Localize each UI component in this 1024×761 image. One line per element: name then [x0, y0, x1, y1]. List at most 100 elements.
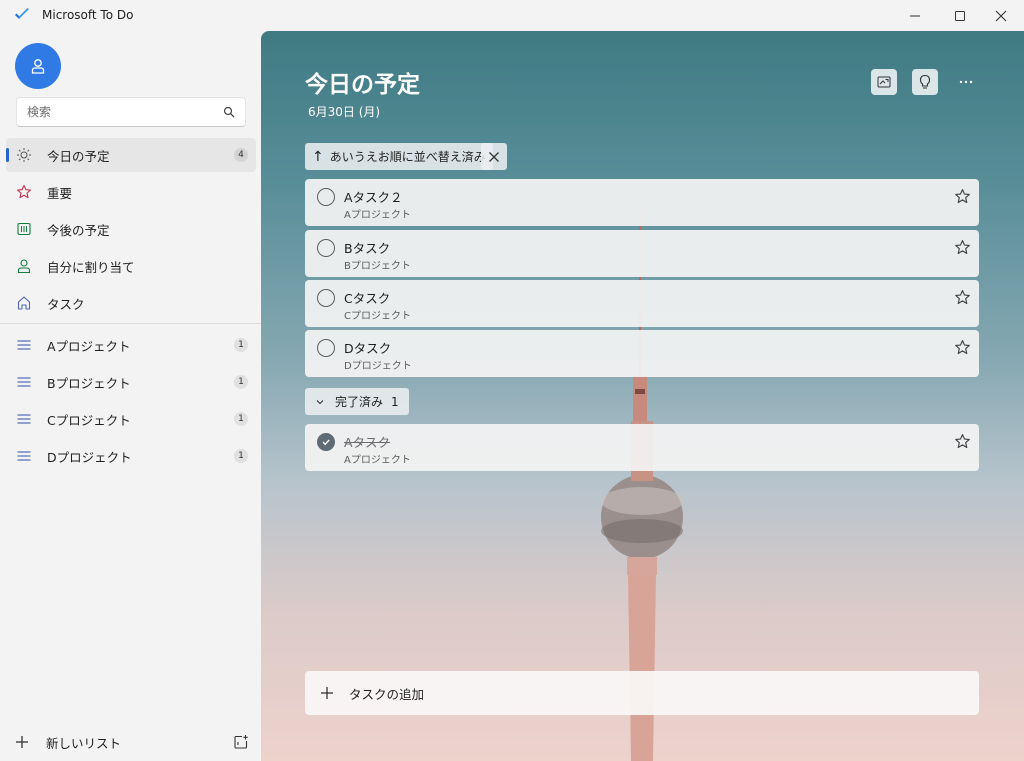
plus-icon — [16, 736, 28, 748]
list-item-d-project[interactable]: Dプロジェクト 1 — [6, 439, 256, 473]
star-icon[interactable] — [954, 339, 971, 356]
task-item[interactable]: Dタスク Dプロジェクト — [305, 330, 979, 377]
task-list-name: Aプロジェクト — [344, 210, 411, 221]
picture-icon — [877, 76, 891, 88]
title-bar: Microsoft To Do — [0, 0, 1024, 31]
avatar[interactable] — [15, 43, 61, 89]
task-title: Aタスク２ — [344, 190, 403, 205]
search-icon[interactable] — [223, 106, 235, 118]
completed-toggle[interactable]: 完了済み 1 — [305, 388, 409, 415]
nav-item-label: 今後の予定 — [47, 222, 110, 238]
add-task-label: タスクの追加 — [349, 686, 425, 702]
app-logo-icon — [15, 8, 29, 19]
star-icon[interactable] — [954, 433, 971, 450]
chevron-down-icon — [316, 399, 324, 404]
nav-item-label: タスク — [47, 296, 85, 312]
new-list-label: 新しいリスト — [46, 735, 122, 751]
suggestions-button[interactable] — [912, 69, 938, 95]
background-button[interactable] — [871, 69, 897, 95]
star-icon[interactable] — [954, 239, 971, 256]
page-title: 今日の予定 — [305, 72, 420, 98]
add-task-input[interactable]: タスクの追加 — [305, 671, 979, 715]
person-icon — [31, 59, 45, 74]
new-list-button[interactable]: 新しいリスト — [14, 730, 249, 754]
completed-count: 1 — [391, 394, 399, 409]
checkmark-icon — [322, 439, 330, 446]
nav-item-label: 今日の予定 — [47, 148, 110, 164]
nav-item-planned[interactable]: 今後の予定 — [6, 212, 256, 246]
person-icon — [16, 258, 32, 274]
arrow-up-icon: ↑ — [312, 148, 324, 165]
sort-label: あいうえお順に並べ替え済み — [329, 150, 486, 164]
task-title: Aタスク — [344, 435, 391, 450]
list-label: Bプロジェクト — [47, 375, 131, 391]
home-icon — [16, 295, 32, 311]
nav-item-today[interactable]: 今日の予定 4 — [6, 138, 256, 172]
search-input[interactable] — [27, 105, 223, 119]
sort-indicator-button[interactable]: ↑ あいうえお順に並べ替え済み — [305, 143, 493, 170]
list-item-b-project[interactable]: Bプロジェクト 1 — [6, 365, 256, 399]
list-item-c-project[interactable]: Cプロジェクト 1 — [6, 402, 256, 436]
list-icon — [16, 448, 32, 464]
list-label: Cプロジェクト — [47, 412, 131, 428]
task-title: Bタスク — [344, 241, 391, 256]
complete-checkbox[interactable] — [317, 239, 335, 257]
list-label: Dプロジェクト — [47, 449, 132, 465]
task-title: Cタスク — [344, 291, 391, 306]
task-list-name: Dプロジェクト — [344, 361, 412, 372]
main-panel: 今日の予定 6月30日 (月) ↑ あいうえお順に並べ替え済み Aタスク２ Aプ… — [261, 31, 1024, 761]
star-icon — [16, 184, 32, 200]
close-button[interactable] — [978, 0, 1024, 31]
list-icon — [16, 337, 32, 353]
complete-checkbox[interactable] — [317, 339, 335, 357]
maximize-icon — [955, 10, 965, 21]
list-icon — [16, 411, 32, 427]
completed-checkbox[interactable] — [317, 433, 335, 451]
list-icon — [16, 374, 32, 390]
sidebar: 今日の予定 4 重要 今後の予定 自分に割り当て タスク — [0, 31, 261, 761]
plus-icon — [321, 687, 333, 699]
close-icon — [995, 10, 1007, 21]
page-date: 6月30日 (月) — [308, 105, 381, 119]
task-title: Dタスク — [344, 341, 392, 356]
task-list-name: Aプロジェクト — [344, 455, 411, 466]
count-badge: 1 — [234, 338, 248, 352]
nav-item-tasks[interactable]: タスク — [6, 286, 256, 320]
custom-lists: Aプロジェクト 1 Bプロジェクト 1 Cプロジェクト 1 Dプロジェクト 1 — [6, 328, 256, 476]
close-icon — [489, 151, 499, 162]
complete-checkbox[interactable] — [317, 188, 335, 206]
window-title: Microsoft To Do — [42, 8, 134, 22]
count-badge: 1 — [234, 449, 248, 463]
minimize-button[interactable] — [892, 0, 938, 31]
lightbulb-icon — [919, 74, 931, 89]
minimize-icon — [910, 15, 920, 16]
list-item-a-project[interactable]: Aプロジェクト 1 — [6, 328, 256, 362]
list-label: Aプロジェクト — [47, 338, 131, 354]
task-list-name: Bプロジェクト — [344, 261, 411, 272]
completed-task-item[interactable]: Aタスク Aプロジェクト — [305, 424, 979, 471]
more-icon — [959, 80, 973, 84]
maximize-button[interactable] — [937, 0, 983, 31]
task-item[interactable]: Cタスク Cプロジェクト — [305, 280, 979, 327]
task-item[interactable]: Bタスク Bプロジェクト — [305, 230, 979, 277]
task-list-name: Cプロジェクト — [344, 311, 411, 322]
new-group-icon[interactable] — [233, 734, 249, 750]
sidebar-divider — [0, 323, 261, 324]
sun-icon — [16, 147, 32, 163]
calendar-icon — [16, 221, 32, 237]
completed-label: 完了済み — [335, 395, 384, 409]
search-box[interactable] — [16, 97, 246, 127]
complete-checkbox[interactable] — [317, 289, 335, 307]
star-icon[interactable] — [954, 289, 971, 306]
nav-item-label: 自分に割り当て — [47, 259, 135, 275]
nav-item-label: 重要 — [47, 185, 73, 201]
nav-item-important[interactable]: 重要 — [6, 175, 256, 209]
count-badge: 1 — [234, 375, 248, 389]
star-icon[interactable] — [954, 188, 971, 205]
nav-item-assigned[interactable]: 自分に割り当て — [6, 249, 256, 283]
count-badge: 4 — [234, 148, 248, 162]
clear-sort-button[interactable] — [481, 143, 507, 170]
more-options-button[interactable] — [953, 69, 979, 95]
task-item[interactable]: Aタスク２ Aプロジェクト — [305, 179, 979, 226]
count-badge: 1 — [234, 412, 248, 426]
